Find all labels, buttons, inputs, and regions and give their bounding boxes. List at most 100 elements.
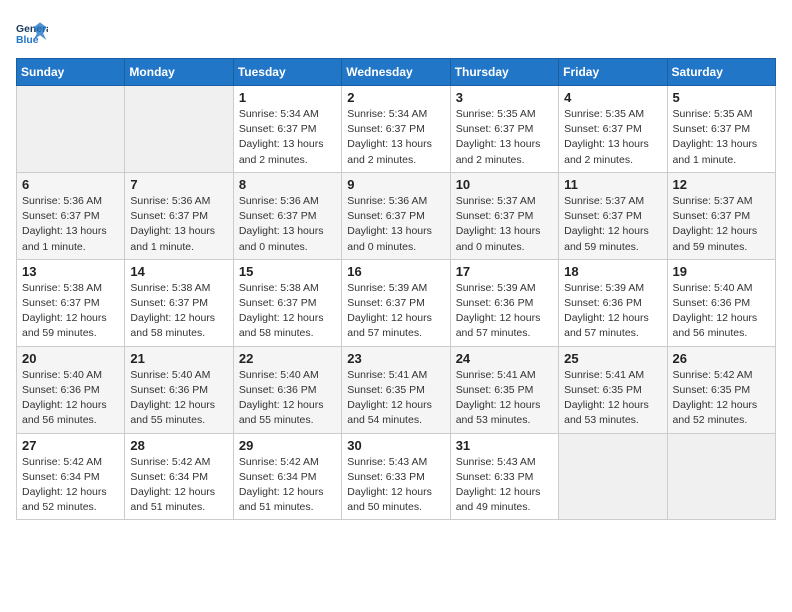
calendar-cell: 20 Sunrise: 5:40 AMSunset: 6:36 PMDayligh… [17,346,125,433]
day-number: 27 [22,438,119,453]
day-detail: Sunrise: 5:40 AMSunset: 6:36 PMDaylight:… [130,368,227,429]
day-number: 13 [22,264,119,279]
day-number: 16 [347,264,444,279]
day-number: 21 [130,351,227,366]
page-header: General Blue [16,16,776,48]
day-detail: Sunrise: 5:43 AMSunset: 6:33 PMDaylight:… [347,455,444,516]
day-number: 6 [22,177,119,192]
day-detail: Sunrise: 5:41 AMSunset: 6:35 PMDaylight:… [564,368,661,429]
calendar-cell: 31 Sunrise: 5:43 AMSunset: 6:33 PMDayligh… [450,433,558,520]
day-number: 24 [456,351,553,366]
day-detail: Sunrise: 5:40 AMSunset: 6:36 PMDaylight:… [239,368,336,429]
weekday-header: Wednesday [342,59,450,86]
day-detail: Sunrise: 5:38 AMSunset: 6:37 PMDaylight:… [239,281,336,342]
day-detail: Sunrise: 5:35 AMSunset: 6:37 PMDaylight:… [456,107,553,168]
day-number: 26 [673,351,770,366]
calendar-cell: 2Sunrise: 5:34 AMSunset: 6:37 PMDaylight… [342,86,450,173]
day-detail: Sunrise: 5:38 AMSunset: 6:37 PMDaylight:… [22,281,119,342]
calendar-cell: 4 Sunrise: 5:35 AMSunset: 6:37 PMDaylight… [559,86,667,173]
weekday-header: Thursday [450,59,558,86]
day-detail: Sunrise: 5:41 AMSunset: 6:35 PMDaylight:… [456,368,553,429]
day-detail: Sunrise: 5:39 AMSunset: 6:37 PMDaylight:… [347,281,444,342]
calendar-cell: 29Sunrise: 5:42 AMSunset: 6:34 PMDayligh… [233,433,341,520]
day-detail: Sunrise: 5:35 AMSunset: 6:37 PMDaylight:… [564,107,661,168]
day-detail: Sunrise: 5:34 AMSunset: 6:37 PMDaylight:… [239,107,336,168]
calendar-cell: 28Sunrise: 5:42 AMSunset: 6:34 PMDayligh… [125,433,233,520]
weekday-header: Monday [125,59,233,86]
logo-icon: General Blue [16,16,48,48]
day-number: 22 [239,351,336,366]
day-detail: Sunrise: 5:34 AMSunset: 6:37 PMDaylight:… [347,107,444,168]
calendar-cell [667,433,775,520]
day-number: 18 [564,264,661,279]
calendar-cell: 10 Sunrise: 5:37 AMSunset: 6:37 PMDayligh… [450,172,558,259]
calendar-cell: 26 Sunrise: 5:42 AMSunset: 6:35 PMDayligh… [667,346,775,433]
day-number: 20 [22,351,119,366]
day-number: 19 [673,264,770,279]
calendar-cell: 18 Sunrise: 5:39 AMSunset: 6:36 PMDayligh… [559,259,667,346]
day-number: 30 [347,438,444,453]
day-number: 3 [456,90,553,105]
calendar-cell: 14 Sunrise: 5:38 AMSunset: 6:37 PMDayligh… [125,259,233,346]
calendar-cell: 8 Sunrise: 5:36 AMSunset: 6:37 PMDaylight… [233,172,341,259]
day-number: 5 [673,90,770,105]
day-number: 25 [564,351,661,366]
day-detail: Sunrise: 5:36 AMSunset: 6:37 PMDaylight:… [22,194,119,255]
weekday-header: Tuesday [233,59,341,86]
day-number: 11 [564,177,661,192]
calendar-cell: 30 Sunrise: 5:43 AMSunset: 6:33 PMDayligh… [342,433,450,520]
day-detail: Sunrise: 5:40 AMSunset: 6:36 PMDaylight:… [673,281,770,342]
calendar-cell: 21 Sunrise: 5:40 AMSunset: 6:36 PMDayligh… [125,346,233,433]
calendar-cell: 19 Sunrise: 5:40 AMSunset: 6:36 PMDayligh… [667,259,775,346]
day-detail: Sunrise: 5:37 AMSunset: 6:37 PMDaylight:… [564,194,661,255]
day-number: 9 [347,177,444,192]
calendar-cell: 27 Sunrise: 5:42 AMSunset: 6:34 PMDayligh… [17,433,125,520]
day-number: 4 [564,90,661,105]
calendar-cell: 22 Sunrise: 5:40 AMSunset: 6:36 PMDayligh… [233,346,341,433]
calendar-cell: 17 Sunrise: 5:39 AMSunset: 6:36 PMDayligh… [450,259,558,346]
calendar-cell: 23Sunrise: 5:41 AMSunset: 6:35 PMDayligh… [342,346,450,433]
day-detail: Sunrise: 5:39 AMSunset: 6:36 PMDaylight:… [456,281,553,342]
day-number: 8 [239,177,336,192]
logo: General Blue [16,16,52,48]
day-detail: Sunrise: 5:36 AMSunset: 6:37 PMDaylight:… [130,194,227,255]
day-number: 17 [456,264,553,279]
day-number: 1 [239,90,336,105]
day-number: 31 [456,438,553,453]
day-number: 29 [239,438,336,453]
day-detail: Sunrise: 5:40 AMSunset: 6:36 PMDaylight:… [22,368,119,429]
day-detail: Sunrise: 5:35 AMSunset: 6:37 PMDaylight:… [673,107,770,168]
calendar-cell: 24 Sunrise: 5:41 AMSunset: 6:35 PMDayligh… [450,346,558,433]
weekday-header: Sunday [17,59,125,86]
day-number: 10 [456,177,553,192]
day-detail: Sunrise: 5:39 AMSunset: 6:36 PMDaylight:… [564,281,661,342]
day-number: 12 [673,177,770,192]
day-number: 7 [130,177,227,192]
weekday-header: Friday [559,59,667,86]
day-detail: Sunrise: 5:36 AMSunset: 6:37 PMDaylight:… [347,194,444,255]
day-detail: Sunrise: 5:42 AMSunset: 6:34 PMDaylight:… [22,455,119,516]
calendar-cell: 16 Sunrise: 5:39 AMSunset: 6:37 PMDayligh… [342,259,450,346]
calendar-cell: 6 Sunrise: 5:36 AMSunset: 6:37 PMDaylight… [17,172,125,259]
day-number: 15 [239,264,336,279]
calendar-cell: 15 Sunrise: 5:38 AMSunset: 6:37 PMDayligh… [233,259,341,346]
day-number: 28 [130,438,227,453]
calendar-cell [559,433,667,520]
day-detail: Sunrise: 5:37 AMSunset: 6:37 PMDaylight:… [673,194,770,255]
day-detail: Sunrise: 5:43 AMSunset: 6:33 PMDaylight:… [456,455,553,516]
calendar-table: SundayMondayTuesdayWednesdayThursdayFrid… [16,58,776,520]
calendar-cell: 13 Sunrise: 5:38 AMSunset: 6:37 PMDayligh… [17,259,125,346]
day-detail: Sunrise: 5:42 AMSunset: 6:35 PMDaylight:… [673,368,770,429]
calendar-cell: 11 Sunrise: 5:37 AMSunset: 6:37 PMDayligh… [559,172,667,259]
day-number: 14 [130,264,227,279]
weekday-header: Saturday [667,59,775,86]
day-detail: Sunrise: 5:36 AMSunset: 6:37 PMDaylight:… [239,194,336,255]
calendar-cell: 3 Sunrise: 5:35 AMSunset: 6:37 PMDaylight… [450,86,558,173]
day-detail: Sunrise: 5:37 AMSunset: 6:37 PMDaylight:… [456,194,553,255]
calendar-cell [125,86,233,173]
calendar-cell: 5 Sunrise: 5:35 AMSunset: 6:37 PMDaylight… [667,86,775,173]
calendar-cell: 9 Sunrise: 5:36 AMSunset: 6:37 PMDaylight… [342,172,450,259]
calendar-cell [17,86,125,173]
calendar-cell: 1 Sunrise: 5:34 AMSunset: 6:37 PMDaylight… [233,86,341,173]
day-detail: Sunrise: 5:38 AMSunset: 6:37 PMDaylight:… [130,281,227,342]
